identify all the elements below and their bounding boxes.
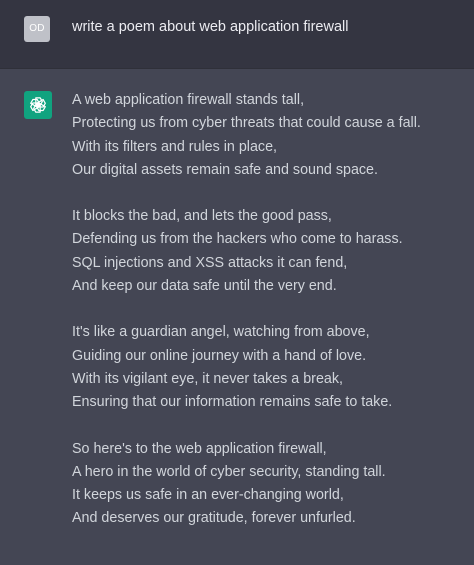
poem-stanza: It blocks the bad, and lets the good pas…	[72, 205, 467, 298]
poem-line: And deserves our gratitude, forever unfu…	[72, 510, 356, 527]
poem-stanza: So here's to the web application firewal…	[72, 438, 467, 531]
poem-line: With its vigilant eye, it never takes a …	[72, 370, 343, 387]
poem-line: Protecting us from cyber threats that co…	[72, 115, 421, 132]
assistant-message-text: A web application firewall stands tall, …	[72, 89, 467, 554]
user-message-row: OD write a poem about web application fi…	[0, 0, 474, 69]
poem-line: It's like a guardian angel, watching fro…	[72, 324, 370, 341]
poem-line: Guiding our online journey with a hand o…	[72, 347, 367, 364]
user-avatar: OD	[24, 16, 50, 42]
poem-line: It keeps us safe in an ever-changing wor…	[72, 487, 344, 504]
poem-stanza: It's like a guardian angel, watching fro…	[72, 321, 467, 414]
poem-stanza: A web application firewall stands tall, …	[72, 89, 467, 182]
poem-line: Our digital assets remain safe and sound…	[72, 161, 378, 178]
poem-line: Ensuring that our information remains sa…	[72, 394, 393, 411]
poem-line: It blocks the bad, and lets the good pas…	[72, 208, 332, 225]
assistant-message-row: A web application firewall stands tall, …	[0, 69, 474, 565]
poem-line: SQL injections and XSS attacks it can fe…	[72, 254, 348, 271]
poem-line: A hero in the world of cyber security, s…	[72, 463, 386, 480]
poem-line: And keep our data safe until the very en…	[72, 278, 337, 295]
openai-logo-icon	[24, 91, 52, 119]
user-message-text: write a poem about web application firew…	[72, 19, 349, 35]
poem-line: A web application firewall stands tall,	[72, 92, 305, 108]
poem-line: With its filters and rules in place,	[72, 138, 278, 155]
poem-line: Defending us from the hackers who come t…	[72, 231, 403, 248]
poem-line: So here's to the web application firewal…	[72, 440, 327, 457]
